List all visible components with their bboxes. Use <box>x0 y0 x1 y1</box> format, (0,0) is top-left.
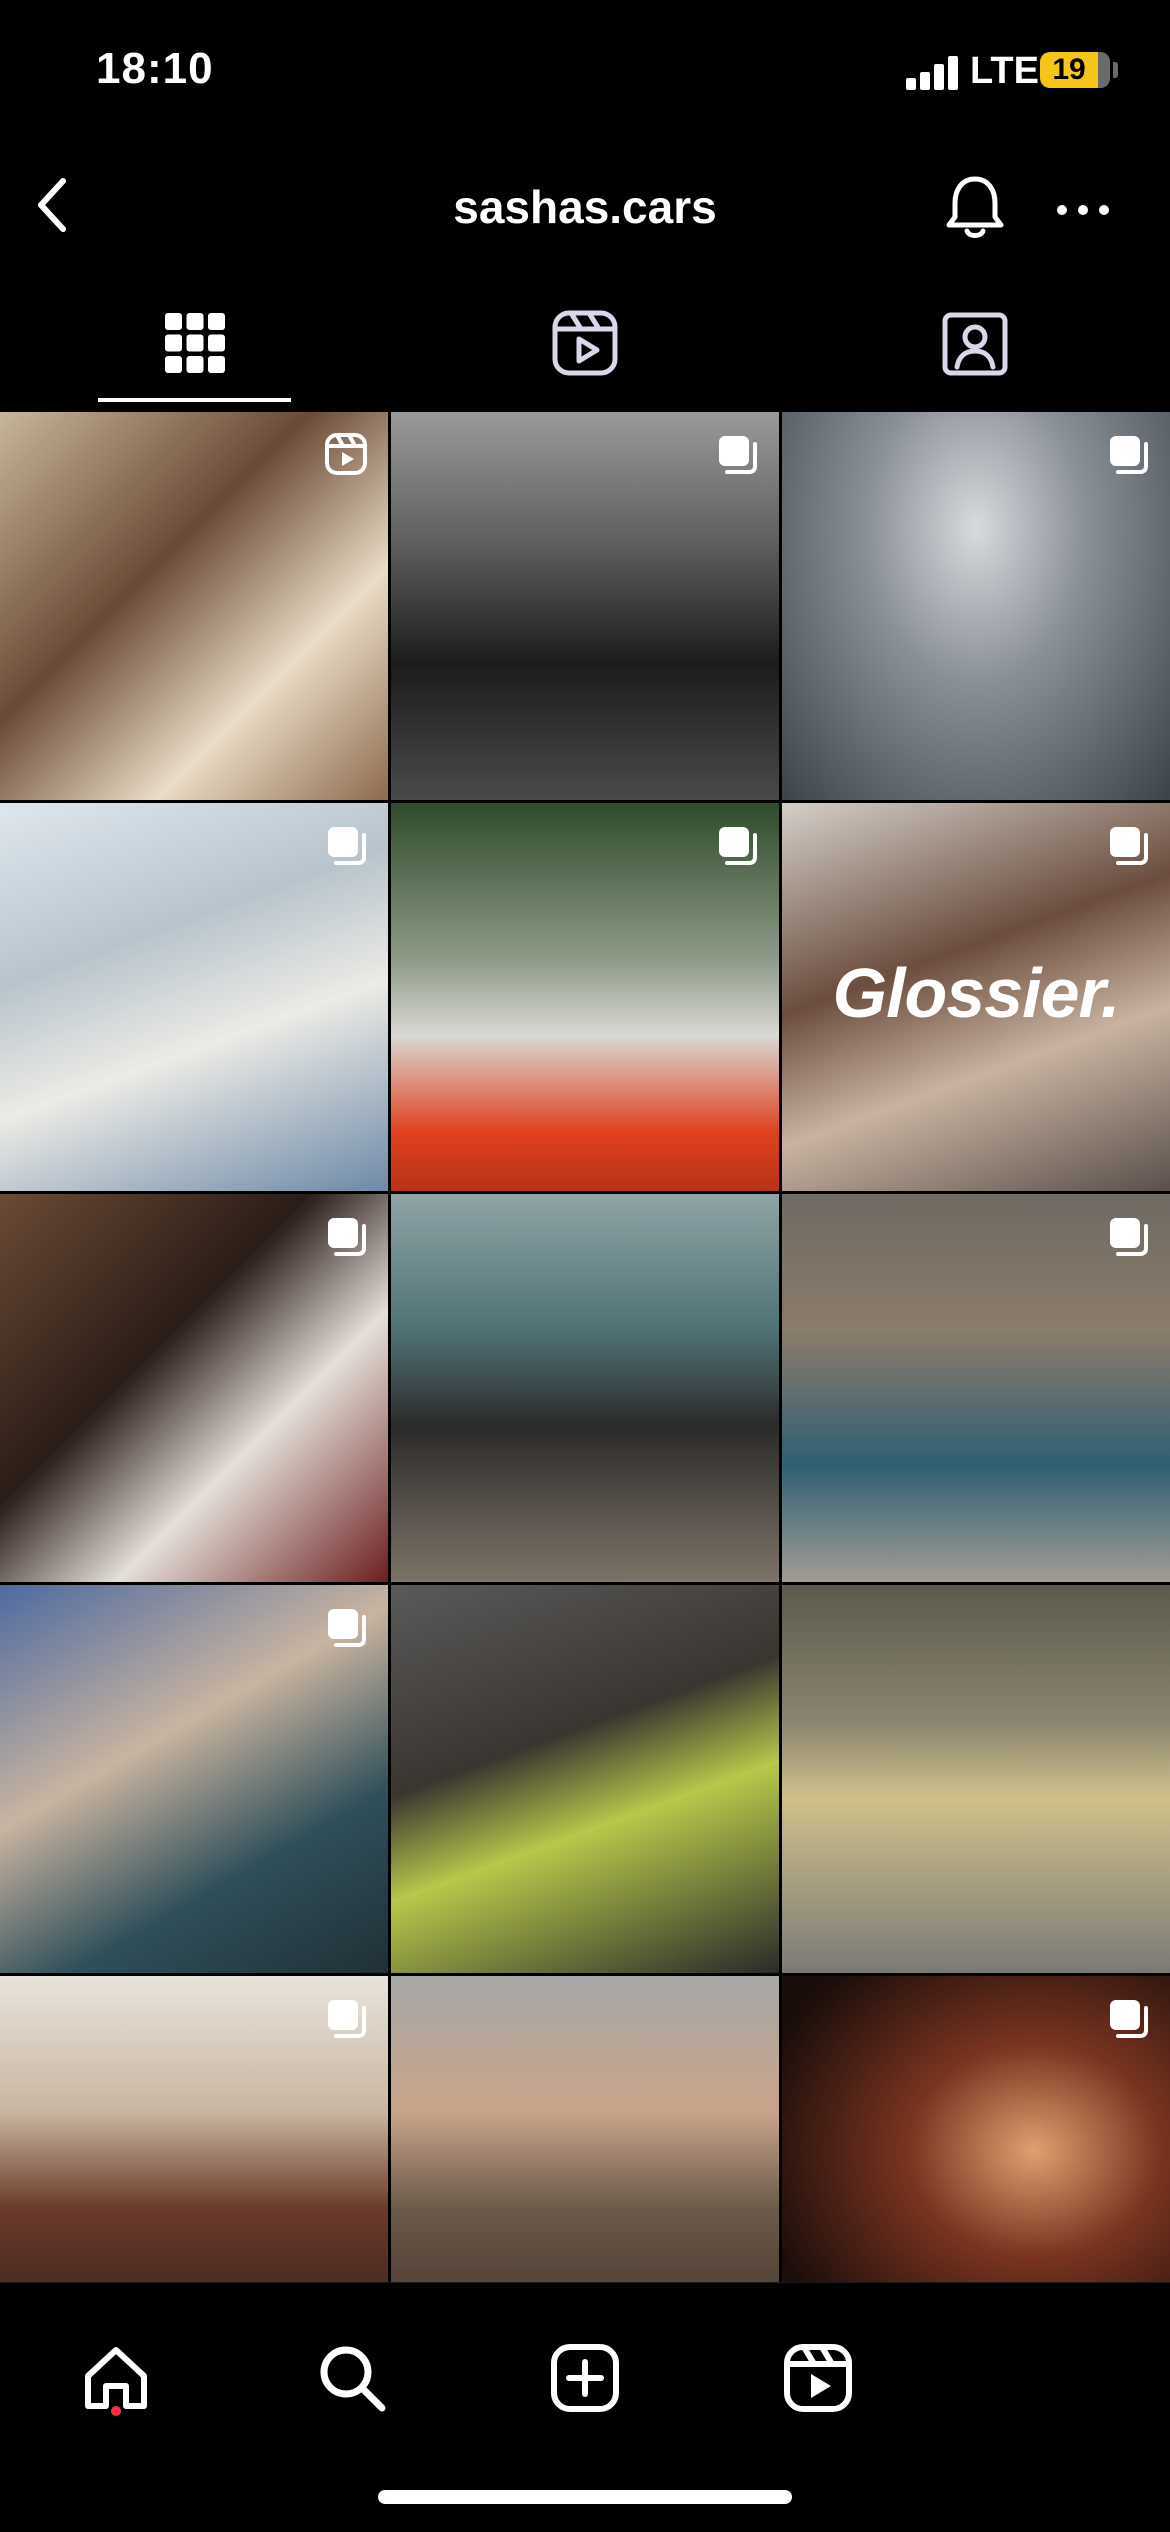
nav-search-button[interactable] <box>292 2323 412 2433</box>
post-thumbnail[interactable] <box>782 1585 1170 1973</box>
post-thumbnail[interactable] <box>0 412 388 800</box>
post-thumbnail[interactable] <box>0 803 388 1191</box>
home-indicator-bar[interactable] <box>378 2490 792 2504</box>
post-overlay-text: Glossier. <box>832 954 1121 1032</box>
more-options-button[interactable] <box>1048 180 1118 240</box>
profile-tabs <box>0 280 1170 405</box>
carousel-badge-icon <box>1110 827 1148 865</box>
home-notification-dot <box>111 2406 121 2416</box>
more-icon <box>1057 205 1109 215</box>
carousel-badge-icon <box>328 2000 366 2038</box>
back-chevron-icon <box>38 178 66 232</box>
carousel-badge-icon <box>328 1218 366 1256</box>
grid-icon <box>165 312 225 373</box>
battery-icon: 19 <box>1040 52 1110 88</box>
post-thumbnail[interactable] <box>782 1194 1170 1582</box>
posts-grid: Glossier. <box>0 412 1170 2282</box>
tagged-icon <box>942 312 1008 375</box>
post-thumbnail[interactable] <box>0 1976 388 2282</box>
network-type: LTE <box>970 50 1039 92</box>
post-thumbnail[interactable] <box>391 412 779 800</box>
search-icon <box>320 2346 386 2412</box>
nav-create-button[interactable] <box>525 2323 645 2433</box>
create-icon <box>551 2344 619 2412</box>
carousel-badge-icon <box>1110 2000 1148 2038</box>
nav-home-button[interactable] <box>56 2323 176 2433</box>
notifications-button[interactable] <box>935 168 1015 248</box>
carousel-badge-icon <box>1110 1218 1148 1256</box>
tab-reels[interactable] <box>390 280 780 405</box>
post-thumbnail[interactable] <box>782 1976 1170 2282</box>
post-thumbnail[interactable]: Glossier. <box>782 803 1170 1191</box>
reels-icon <box>784 2344 852 2412</box>
post-thumbnail[interactable] <box>391 803 779 1191</box>
carousel-badge-icon <box>1110 436 1148 474</box>
tab-grid[interactable] <box>0 280 390 405</box>
post-thumbnail[interactable] <box>0 1194 388 1582</box>
status-time: 18:10 <box>96 44 214 93</box>
post-thumbnail[interactable] <box>782 412 1170 800</box>
status-bar: 18:10 LTE 19 <box>0 0 1170 140</box>
home-icon <box>85 2347 147 2409</box>
post-thumbnail[interactable] <box>391 1976 779 2282</box>
bell-icon <box>946 176 1004 238</box>
post-thumbnail[interactable] <box>391 1194 779 1582</box>
nav-reels-button[interactable] <box>758 2323 878 2433</box>
profile-header: sashas.cars <box>0 140 1170 270</box>
post-thumbnail[interactable] <box>0 1585 388 1973</box>
reels-icon <box>552 310 618 375</box>
post-thumbnail[interactable] <box>391 1585 779 1973</box>
reel-badge-icon <box>325 433 367 475</box>
tab-tagged[interactable] <box>780 280 1170 405</box>
battery-level: 19 <box>1052 53 1086 86</box>
carousel-badge-icon <box>328 827 366 865</box>
carousel-badge-icon <box>719 436 757 474</box>
cellular-signal-icon <box>906 56 958 90</box>
carousel-badge-icon <box>328 1609 366 1647</box>
active-tab-indicator <box>98 398 291 402</box>
back-button[interactable] <box>18 170 88 240</box>
carousel-badge-icon <box>719 827 757 865</box>
